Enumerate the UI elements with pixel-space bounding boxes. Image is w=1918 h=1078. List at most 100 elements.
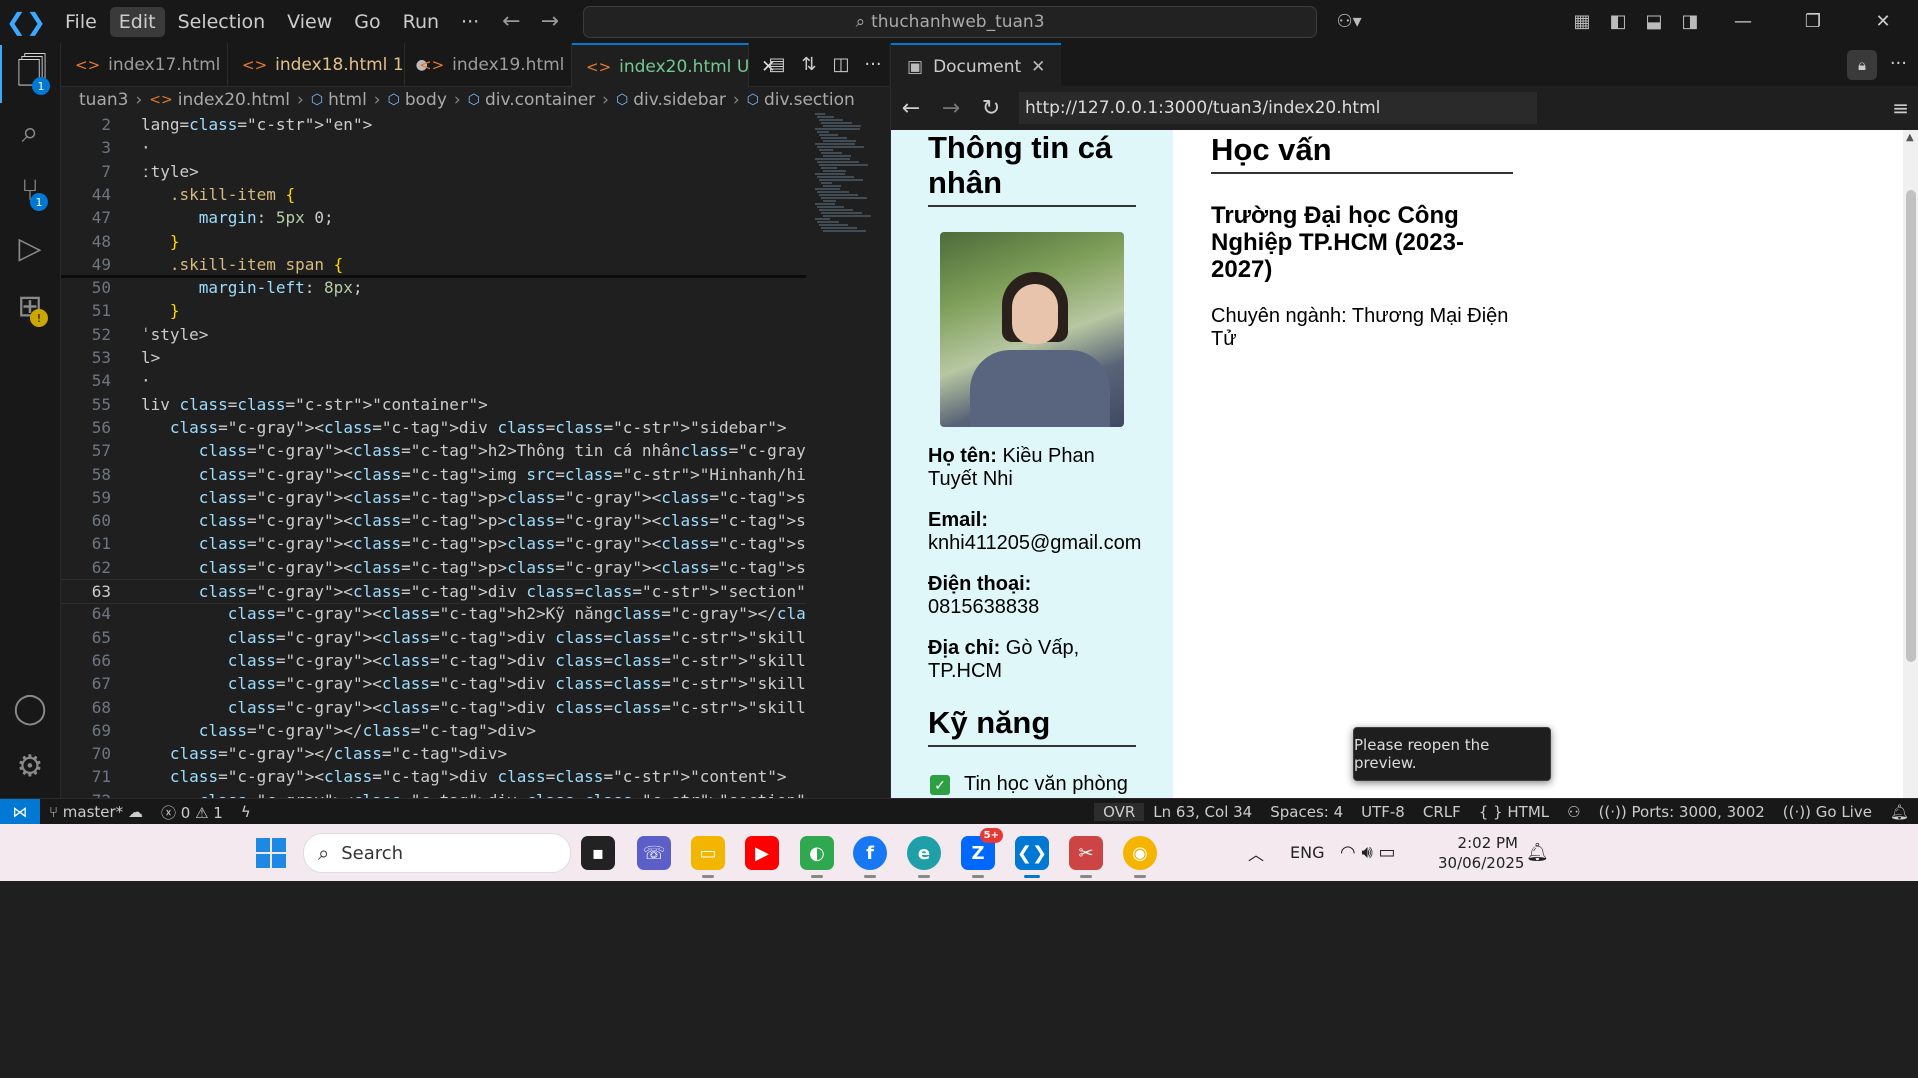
remote-icon[interactable]: ⋈: [0, 799, 40, 825]
zalo-icon[interactable]: Z 5+: [961, 828, 1003, 878]
teams-chat-icon[interactable]: ☏: [637, 836, 671, 870]
edge-browser-icon[interactable]: e: [907, 836, 941, 878]
breadcrumb-body[interactable]: body: [405, 90, 447, 110]
menu-file[interactable]: File: [56, 7, 106, 37]
vscode-taskbar-icon[interactable]: ❮❯: [1015, 836, 1049, 878]
reload-icon[interactable]: ↻: [971, 96, 1011, 121]
breadcrumb-section[interactable]: div.section: [764, 90, 855, 110]
code-line[interactable]: 66 class="c-gray"><class="c-tag">div cla…: [61, 649, 806, 672]
run-debug-icon[interactable]: ▷: [0, 219, 60, 277]
tab-index18[interactable]: <> index18.html 1 ●: [228, 43, 428, 86]
explorer-icon[interactable]: 🗍 1: [0, 45, 62, 103]
code-line[interactable]: 57 class="c-gray"><class="c-tag">h2>Thôn…: [61, 439, 806, 462]
file-explorer-icon[interactable]: ▭: [691, 836, 725, 878]
code-line[interactable]: 51 }: [61, 299, 806, 322]
source-control-icon[interactable]: ⑂ 1: [0, 161, 60, 219]
open-preview-icon[interactable]: ▤: [761, 54, 793, 75]
toggle-secondary-sidebar-icon[interactable]: ◨: [1672, 4, 1708, 40]
code-line[interactable]: 70 class="c-gray"></class="c-tag">div>: [61, 742, 806, 765]
code-line[interactable]: 65 class="c-gray"><class="c-tag">div cla…: [61, 626, 806, 649]
indentation[interactable]: Spaces: 4: [1261, 803, 1352, 821]
code-line[interactable]: 50 margin-left: 8px;: [61, 276, 806, 299]
code-line[interactable]: 61 class="c-gray"><class="c-tag">p>class…: [61, 532, 806, 555]
go-live-button[interactable]: ((·)) Go Live: [1774, 803, 1881, 821]
show-hidden-icons[interactable]: ︿: [1248, 824, 1264, 881]
scrollbar-thumb[interactable]: [1906, 190, 1916, 662]
breadcrumb-sidebar[interactable]: div.sidebar: [633, 90, 726, 110]
tab-index19[interactable]: <> index19.html: [405, 43, 572, 86]
breadcrumb-file[interactable]: index20.html: [178, 90, 290, 110]
code-line[interactable]: 68 class="c-gray"><class="c-tag">div cla…: [61, 696, 806, 719]
compare-changes-icon[interactable]: ⇅: [793, 54, 825, 75]
code-line[interactable]: 49 .skill-item span {: [61, 253, 806, 276]
code-line[interactable]: 48 }: [61, 230, 806, 253]
code-line[interactable]: 72 class="c-gray"><class="c-tag">div cla…: [61, 789, 806, 798]
language-mode[interactable]: { } HTML: [1470, 803, 1558, 821]
task-view-icon[interactable]: ▪: [581, 836, 615, 870]
code-line[interactable]: 60 class="c-gray"><class="c-tag">p>class…: [61, 509, 806, 532]
forward-arrow-icon[interactable]: →: [541, 9, 559, 34]
tab-document[interactable]: ▣ Document ✕: [891, 43, 1062, 88]
code-line[interactable]: 44 .skill-item {: [61, 182, 806, 206]
extensions-icon[interactable]: ⊞!: [0, 277, 60, 335]
overtype-status[interactable]: OVR: [1094, 803, 1145, 821]
scroll-up-icon[interactable]: ▲: [1906, 132, 1914, 143]
breadcrumb-html[interactable]: html: [328, 90, 367, 110]
search-view-icon[interactable]: ⌕: [0, 103, 60, 161]
tab-index20[interactable]: <> index20.html U ✕: [572, 43, 776, 88]
code-line[interactable]: 55 liv class=class="c-str">"container">: [61, 393, 806, 416]
copilot-status-icon[interactable]: ⚇: [1558, 803, 1589, 821]
code-line[interactable]: 64 class="c-gray"><class="c-tag">h2>Kỹ n…: [61, 602, 806, 625]
network-sound-battery[interactable]: ◠ 🔊︎ ▭: [1340, 824, 1396, 881]
ports-status[interactable]: ((·)) Ports: 3000, 3002: [1590, 803, 1774, 821]
youtube-icon[interactable]: ▶: [745, 836, 779, 870]
code-line[interactable]: 58 class="c-gray"><class="c-tag">img src…: [61, 463, 806, 486]
code-line[interactable]: 59 class="c-gray"><class="c-tag">p>class…: [61, 486, 806, 509]
lock-icon[interactable]: 🔒︎: [1847, 50, 1877, 80]
code-line[interactable]: 53 l>: [61, 346, 806, 369]
windows-start-icon[interactable]: [256, 838, 286, 868]
close-tab-icon[interactable]: ✕: [1031, 57, 1045, 77]
menu-selection[interactable]: Selection: [169, 7, 275, 37]
code-line[interactable]: 54 ·: [61, 369, 806, 392]
breadcrumb-container[interactable]: div.container: [485, 90, 595, 110]
end-of-line[interactable]: CRLF: [1414, 803, 1470, 821]
chrome-profile-icon[interactable]: ◉: [1123, 836, 1157, 878]
notification-toast[interactable]: Please reopen the preview.: [1353, 727, 1551, 781]
breadcrumb-folder[interactable]: tuan3: [79, 90, 128, 110]
accounts-icon[interactable]: ◯: [0, 679, 60, 737]
menu-view[interactable]: View: [278, 7, 341, 37]
close-window-icon[interactable]: ✕: [1848, 0, 1918, 43]
url-input[interactable]: http://127.0.0.1:3000/tuan3/index20.html: [1019, 92, 1537, 124]
code-line[interactable]: 71 class="c-gray"><class="c-tag">div cla…: [61, 765, 806, 788]
snipping-tool-icon[interactable]: ✂: [1069, 836, 1103, 878]
back-arrow-icon[interactable]: ←: [502, 9, 520, 34]
restore-icon[interactable]: ❐: [1778, 0, 1848, 43]
tab-index17[interactable]: <> index17.html: [61, 43, 228, 86]
customize-layout-icon[interactable]: ▦: [1564, 4, 1600, 40]
toggle-panel-icon[interactable]: ⬓: [1636, 4, 1672, 40]
copilot-icon[interactable]: ⚇▾: [1331, 4, 1367, 40]
toggle-primary-sidebar-icon[interactable]: ◧: [1600, 4, 1636, 40]
menu-go[interactable]: Go: [345, 7, 389, 37]
problems-status[interactable]: ⓧ 0 ⚠ 1: [152, 802, 232, 823]
lightning-icon[interactable]: ϟ: [232, 803, 260, 821]
code-line[interactable]: 69 class="c-gray"></class="c-tag">div>: [61, 719, 806, 742]
code-line[interactable]: 47 margin: 5px 0;: [61, 206, 806, 229]
code-line[interactable]: 56 class="c-gray"><class="c-tag">div cla…: [61, 416, 806, 439]
code-line[interactable]: 62 class="c-gray"><class="c-tag">p>class…: [61, 556, 806, 579]
minimap[interactable]: [811, 113, 873, 243]
code-line[interactable]: 67 class="c-gray"><class="c-tag">div cla…: [61, 672, 806, 695]
minimize-icon[interactable]: —: [1708, 0, 1778, 43]
back-arrow-icon[interactable]: ←: [891, 96, 931, 121]
editor-scrollbar[interactable]: [873, 113, 889, 798]
coccoc-browser-icon[interactable]: ◐: [800, 836, 834, 878]
menu-run[interactable]: Run: [394, 7, 448, 37]
manage-gear-icon[interactable]: ⚙: [0, 737, 60, 795]
facebook-icon[interactable]: f: [853, 836, 887, 878]
input-language[interactable]: ENG: [1290, 824, 1324, 881]
more-actions-icon[interactable]: ···: [857, 54, 889, 75]
command-center-search[interactable]: ⌕ thuchanhweb_tuan3: [583, 5, 1318, 38]
menu-icon[interactable]: ≡: [1892, 96, 1909, 120]
forward-arrow-icon[interactable]: →: [931, 96, 971, 121]
